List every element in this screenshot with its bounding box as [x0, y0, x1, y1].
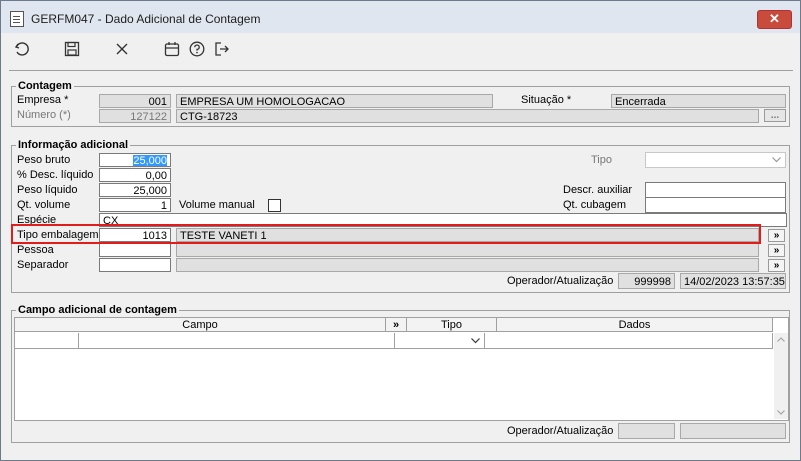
col-header-dados[interactable]: Dados [497, 318, 773, 332]
toolbar [1, 33, 800, 65]
desc-liquido-label: % Desc. líquido [17, 169, 94, 181]
campo-grid: Campo » Tipo Dados [14, 317, 789, 421]
descr-auxiliar-label: Descr. auxiliar [563, 184, 633, 196]
campo-operador-field [618, 423, 675, 439]
contagem-legend: Contagem [18, 80, 72, 92]
pessoa-label: Pessoa [17, 244, 54, 256]
separador-name-field [176, 258, 759, 272]
save-icon[interactable] [61, 38, 83, 60]
col-header-lookup[interactable]: » [386, 318, 407, 332]
grid-cell-dados[interactable] [485, 333, 773, 349]
col-header-tipo[interactable]: Tipo [407, 318, 497, 332]
qt-cubagem-label: Qt. cubagem [563, 199, 626, 211]
grid-cell-tipo[interactable] [395, 333, 485, 349]
numero-code-field[interactable]: 127122 [99, 109, 171, 123]
tipo-select[interactable] [645, 152, 786, 168]
qt-cubagem-field[interactable] [645, 197, 786, 213]
window-title: GERFM047 - Dado Adicional de Contagem [31, 12, 261, 26]
peso-bruto-label: Peso bruto [17, 154, 71, 166]
document-icon [10, 11, 24, 27]
title-bar: GERFM047 - Dado Adicional de Contagem ✕ [1, 1, 800, 33]
descr-auxiliar-field[interactable] [645, 182, 786, 198]
qt-volume-field[interactable]: 1 [99, 198, 171, 212]
grid-scrollbar[interactable] [774, 333, 788, 419]
info-operador-field: 999998 [618, 273, 675, 289]
chevron-down-icon [471, 338, 480, 344]
grid-cell-campo[interactable] [79, 333, 395, 349]
pessoa-name-field [176, 243, 759, 257]
cancel-icon[interactable] [111, 38, 133, 60]
situacao-field[interactable]: Encerrada [611, 94, 786, 108]
grid-cell-code[interactable] [15, 333, 79, 349]
info-operador-label: Operador/Atualização [507, 275, 614, 287]
tipo-embalagem-highlight [11, 224, 761, 244]
calendar-icon[interactable] [161, 38, 183, 60]
undo-icon[interactable] [11, 38, 33, 60]
info-legend: Informação adicional [18, 139, 129, 151]
peso-liquido-field[interactable]: 25,000 [99, 183, 171, 197]
qt-volume-label: Qt. volume [17, 199, 71, 211]
campo-operador-label: Operador/Atualização [507, 425, 614, 437]
volume-manual-checkbox[interactable] [268, 199, 281, 212]
separador-label: Separador [17, 259, 69, 271]
window: GERFM047 - Dado Adicional de Contagem ✕ … [0, 0, 801, 461]
peso-liquido-label: Peso líquido [17, 184, 78, 196]
tipo-embalagem-lookup-button[interactable]: » [768, 229, 785, 242]
campo-legend: Campo adicional de contagem [18, 304, 177, 316]
toolbar-separator [9, 70, 793, 71]
peso-bruto-field[interactable]: 25,000 [99, 153, 171, 167]
volume-manual-label: Volume manual [179, 199, 255, 211]
col-header-campo[interactable]: Campo [15, 318, 386, 332]
situacao-label: Situação * [521, 94, 572, 106]
scroll-up-icon[interactable] [777, 337, 785, 342]
pessoa-lookup-button[interactable]: » [768, 244, 785, 257]
info-atualizacao-field: 14/02/2023 13:57:35 [680, 273, 786, 289]
campo-atualizacao-field [680, 423, 786, 439]
desc-liquido-field[interactable]: 0,00 [99, 168, 171, 182]
numero-label: Número (*) [17, 109, 71, 121]
empresa-label: Empresa * [17, 94, 69, 106]
empresa-code-field[interactable]: 001 [99, 94, 171, 108]
tipo-label: Tipo [591, 154, 612, 166]
chevron-down-icon [772, 157, 781, 163]
numero-lookup-button[interactable]: ... [764, 109, 786, 122]
separador-code-field[interactable] [99, 258, 171, 272]
close-button[interactable]: ✕ [757, 10, 792, 29]
pessoa-code-field[interactable] [99, 243, 171, 257]
help-icon[interactable] [186, 38, 208, 60]
numero-value-field: CTG-18723 [176, 109, 759, 123]
exit-icon[interactable] [211, 38, 233, 60]
scroll-down-icon[interactable] [777, 410, 785, 415]
separador-lookup-button[interactable]: » [768, 259, 785, 272]
peso-bruto-value: 25,000 [133, 155, 167, 167]
empresa-name-field: EMPRESA UM HOMOLOGACAO [176, 94, 493, 108]
